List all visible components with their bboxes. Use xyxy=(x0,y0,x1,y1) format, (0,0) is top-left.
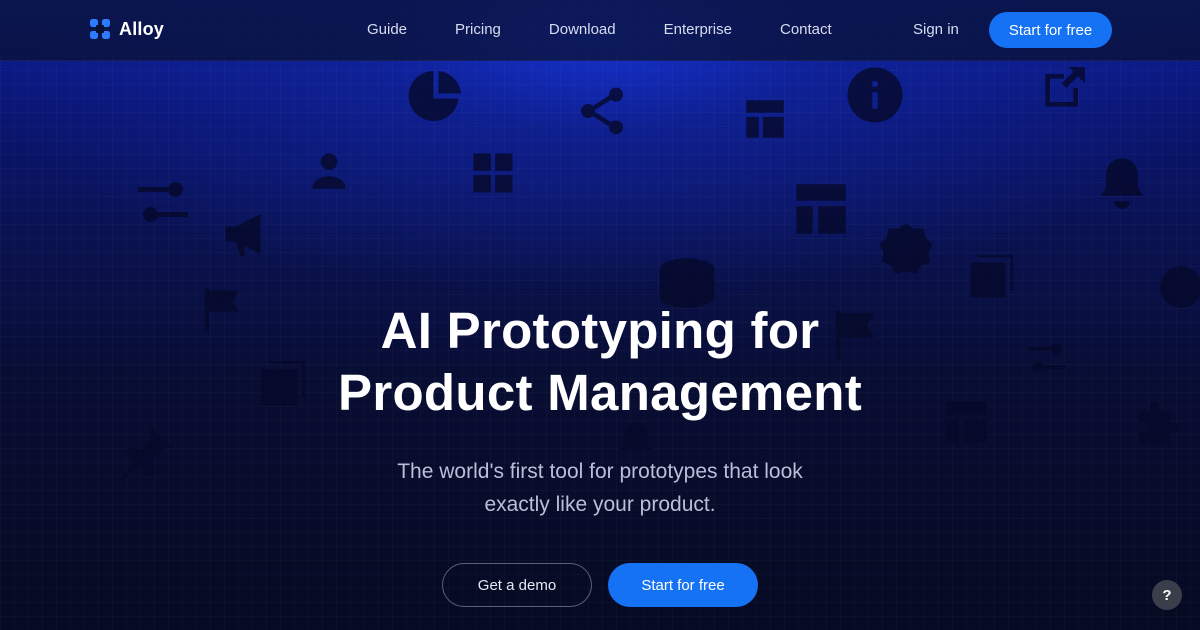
grid-icon xyxy=(473,153,513,193)
badge-check-icon xyxy=(879,223,933,274)
brand-logo[interactable]: Alloy xyxy=(89,18,164,40)
share-icon xyxy=(581,87,623,135)
page: Alloy Guide Pricing Download Enterprise … xyxy=(0,0,1200,630)
bell-icon xyxy=(1100,158,1144,209)
hero-title-line-2: Product Management xyxy=(338,364,862,421)
nav-link-guide[interactable]: Guide xyxy=(367,21,407,38)
hero-subtitle-line-2: exactly like your product. xyxy=(484,493,716,516)
nav-link-enterprise[interactable]: Enterprise xyxy=(664,21,732,38)
hero-subtitle: The world's first tool for prototypes th… xyxy=(0,455,1200,521)
layout-icon xyxy=(746,100,784,138)
nav-link-pricing[interactable]: Pricing xyxy=(455,21,501,38)
layout-icon xyxy=(796,184,846,234)
hero-subtitle-line-1: The world's first tool for prototypes th… xyxy=(397,460,803,483)
brand-name: Alloy xyxy=(119,18,165,39)
nav-link-contact[interactable]: Contact xyxy=(780,21,832,38)
nav-start-for-free-button[interactable]: Start for free xyxy=(989,12,1112,48)
megaphone-icon xyxy=(225,214,261,257)
user-icon xyxy=(312,153,346,189)
pie-chart-icon xyxy=(408,71,461,121)
hero-start-for-free-button[interactable]: Start for free xyxy=(608,563,758,607)
sliders-icon xyxy=(138,182,188,222)
external-link-icon xyxy=(1045,67,1085,107)
info-icon xyxy=(847,67,903,123)
top-nav: Alloy Guide Pricing Download Enterprise … xyxy=(0,0,1200,61)
nav-link-download[interactable]: Download xyxy=(549,21,616,38)
help-button[interactable]: ? xyxy=(1152,580,1182,610)
sign-in-link[interactable]: Sign in xyxy=(913,21,959,38)
hero-title: AI Prototyping for Product Management xyxy=(0,300,1200,424)
nav-links: Guide Pricing Download Enterprise Contac… xyxy=(367,21,880,38)
hero-title-line-1: AI Prototyping for xyxy=(380,302,820,359)
alloy-logo-icon xyxy=(90,19,110,39)
get-a-demo-button[interactable]: Get a demo xyxy=(442,563,592,607)
